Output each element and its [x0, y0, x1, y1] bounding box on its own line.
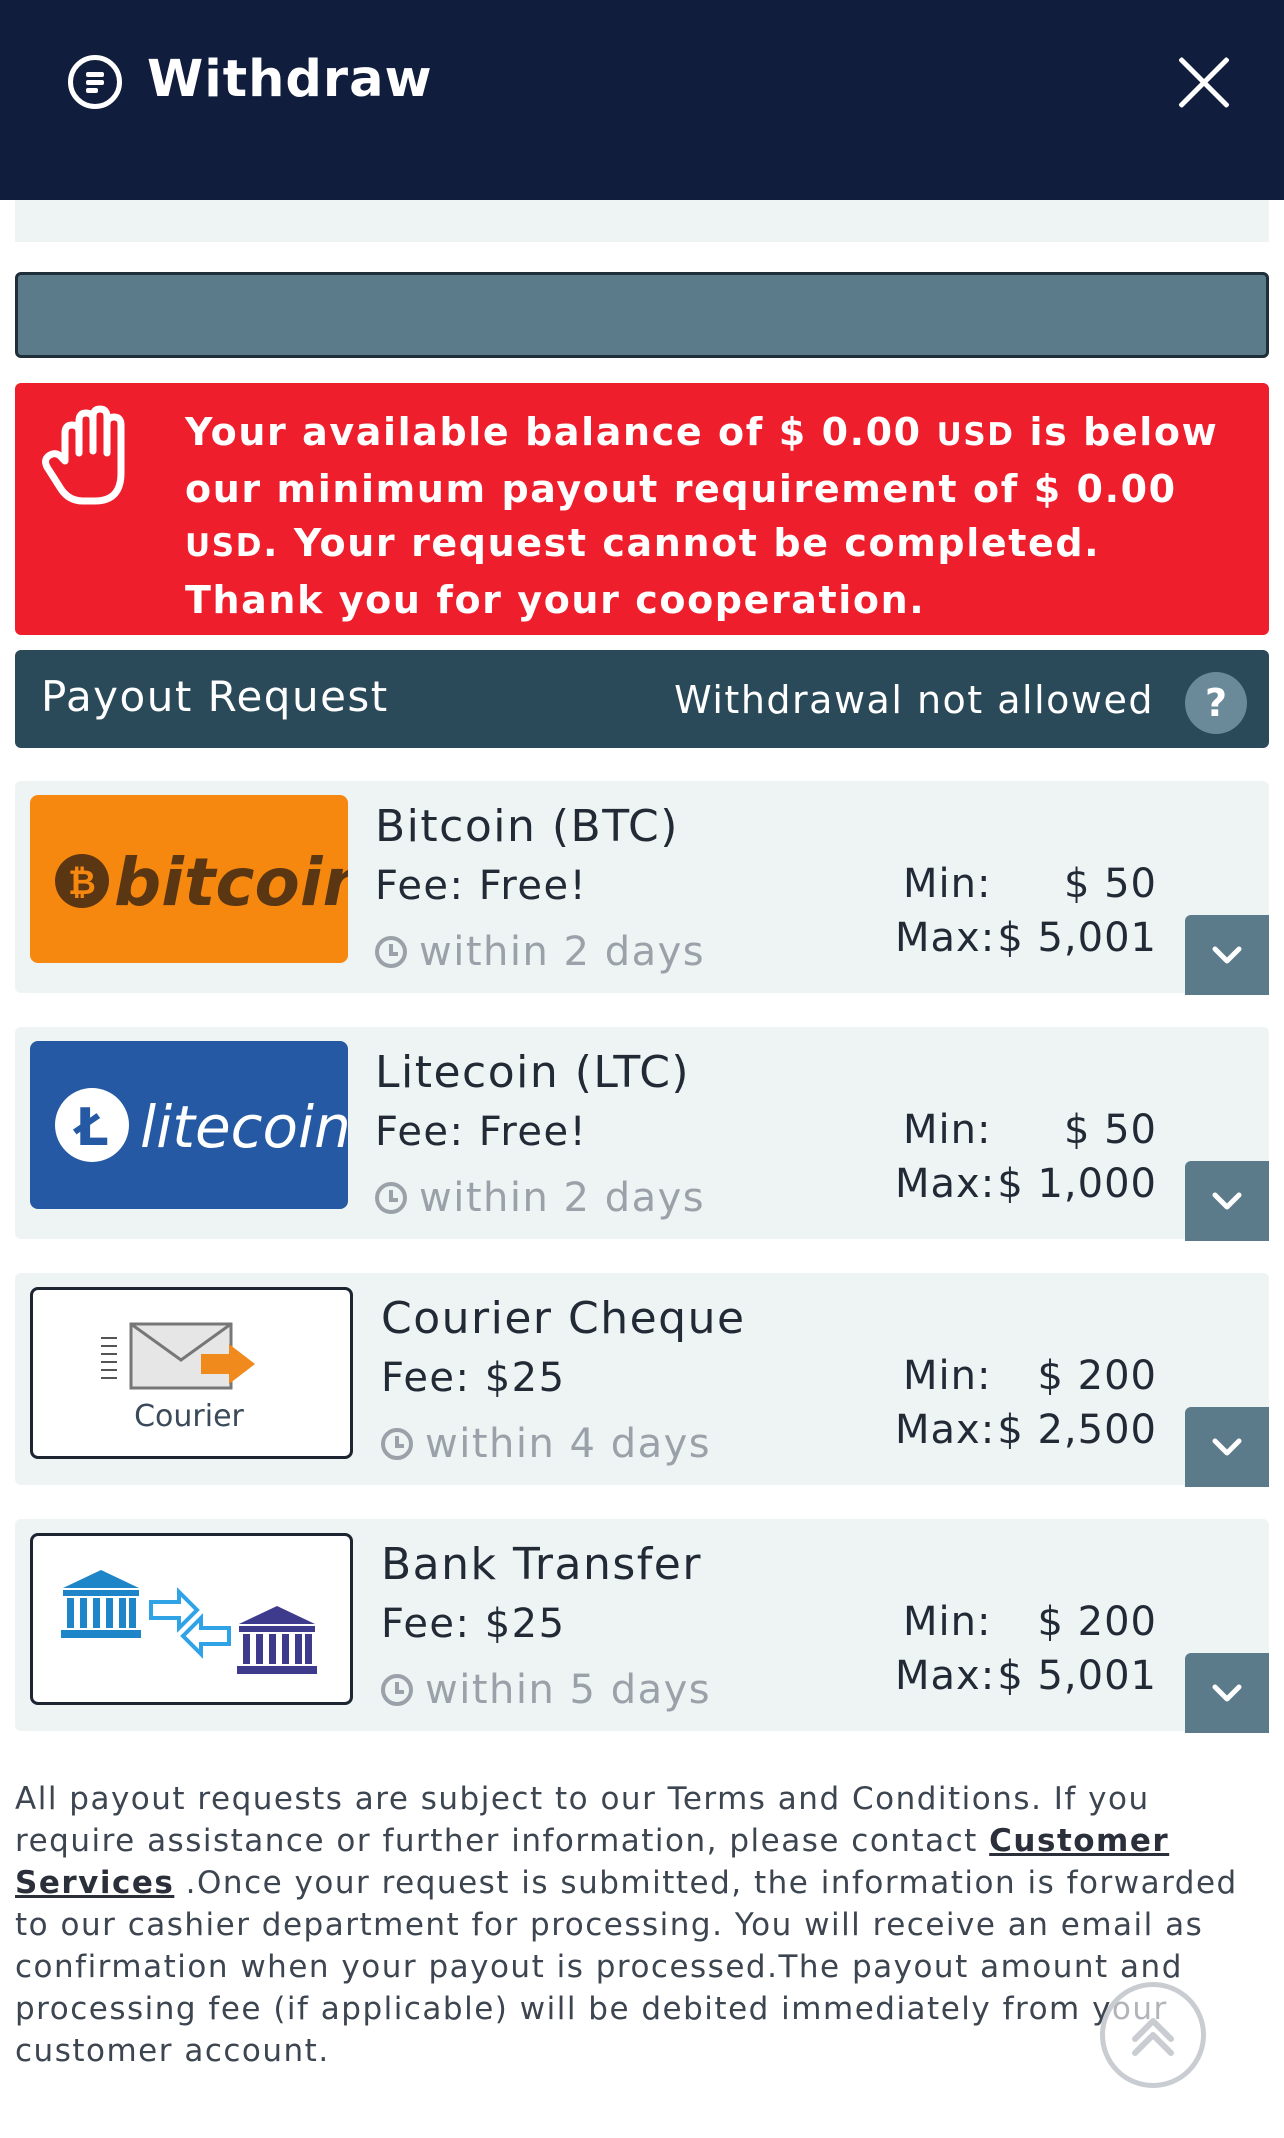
clock-icon: [375, 1182, 407, 1214]
clock-icon: [381, 1428, 413, 1460]
max-label: Max:: [895, 1653, 996, 1699]
courier-logo: Courier: [30, 1287, 353, 1459]
svg-text:₿: ₿: [68, 863, 96, 903]
min-value: $ 200: [1037, 1353, 1157, 1399]
max-value: $ 2,500: [997, 1407, 1157, 1453]
method-bank-transfer[interactable]: Bank Transfer Fee: $25 within 5 days Min…: [15, 1519, 1269, 1733]
info-bar: [15, 272, 1269, 358]
bitcoin-logo: ₿ bitcoin: [30, 795, 348, 963]
clock-icon: [381, 1674, 413, 1706]
max-label: Max:: [895, 1407, 996, 1453]
alert-message: Your available balance of $ 0.00 USD is …: [185, 410, 1219, 622]
scroll-to-top-button[interactable]: [1100, 1982, 1206, 2088]
method-courier-cheque[interactable]: Courier Courier Cheque Fee: $25 within 4…: [15, 1273, 1269, 1487]
method-name: Bank Transfer: [381, 1539, 702, 1590]
terms-text: All payout requests are subject to our T…: [15, 1781, 1238, 2069]
close-icon[interactable]: [1176, 55, 1232, 111]
chevron-down-icon: [1212, 1684, 1242, 1702]
max-label: Max:: [895, 915, 996, 961]
method-time: within 4 days: [381, 1421, 711, 1467]
method-time: within 5 days: [381, 1667, 711, 1713]
app-header: Withdraw: [0, 0, 1284, 200]
hand-stop-icon: [42, 405, 125, 505]
chevron-down-icon: [1212, 1192, 1242, 1210]
litecoin-logo-text: litecoin: [140, 1093, 348, 1161]
min-label: Min:: [903, 861, 992, 907]
litecoin-logo: Ł litecoin: [30, 1041, 348, 1209]
min-value: $ 50: [1063, 1107, 1157, 1153]
max-value: $ 1,000: [997, 1161, 1157, 1207]
min-label: Min:: [903, 1353, 992, 1399]
method-fee: Fee: Free!: [375, 863, 588, 909]
expand-button[interactable]: [1185, 1407, 1269, 1487]
help-icon[interactable]: ?: [1185, 672, 1247, 734]
payout-title: Payout Request: [41, 672, 389, 721]
menu-icon[interactable]: [68, 55, 122, 109]
method-name: Courier Cheque: [381, 1293, 746, 1344]
svg-text:Ł: Ł: [72, 1098, 108, 1158]
expand-button[interactable]: [1185, 1161, 1269, 1241]
method-fee: Fee: $25: [381, 1355, 566, 1401]
method-name: Bitcoin (BTC): [375, 801, 679, 852]
expand-button[interactable]: [1185, 1653, 1269, 1733]
method-time: within 2 days: [375, 1175, 705, 1221]
min-value: $ 50: [1063, 861, 1157, 907]
withdrawal-status: Withdrawal not allowed: [674, 678, 1154, 722]
min-label: Min:: [903, 1107, 992, 1153]
bitcoin-logo-text: bitcoin: [114, 844, 348, 921]
method-bitcoin[interactable]: ₿ bitcoin Bitcoin (BTC) Fee: Free! withi…: [15, 781, 1269, 995]
chevron-up-icon: [1132, 2018, 1174, 2056]
method-name: Litecoin (LTC): [375, 1047, 691, 1098]
courier-logo-text: Courier: [134, 1399, 244, 1434]
min-value: $ 200: [1037, 1599, 1157, 1645]
page-title: Withdraw: [147, 50, 433, 109]
min-label: Min:: [903, 1599, 992, 1645]
chevron-down-icon: [1212, 1438, 1242, 1456]
max-value: $ 5,001: [997, 915, 1157, 961]
method-fee: Fee: $25: [381, 1601, 566, 1647]
method-litecoin[interactable]: Ł litecoin Litecoin (LTC) Fee: Free! wit…: [15, 1027, 1269, 1241]
expand-button[interactable]: [1185, 915, 1269, 995]
balance-alert: Your available balance of $ 0.00 USD is …: [15, 383, 1269, 635]
bank-transfer-logo: [30, 1533, 353, 1705]
method-fee: Fee: Free!: [375, 1109, 588, 1155]
max-value: $ 5,001: [997, 1653, 1157, 1699]
top-strip: [15, 200, 1269, 242]
payout-request-header: Payout Request Withdrawal not allowed ?: [15, 650, 1269, 748]
max-label: Max:: [895, 1161, 996, 1207]
chevron-down-icon: [1212, 946, 1242, 964]
method-time: within 2 days: [375, 929, 705, 975]
clock-icon: [375, 936, 407, 968]
